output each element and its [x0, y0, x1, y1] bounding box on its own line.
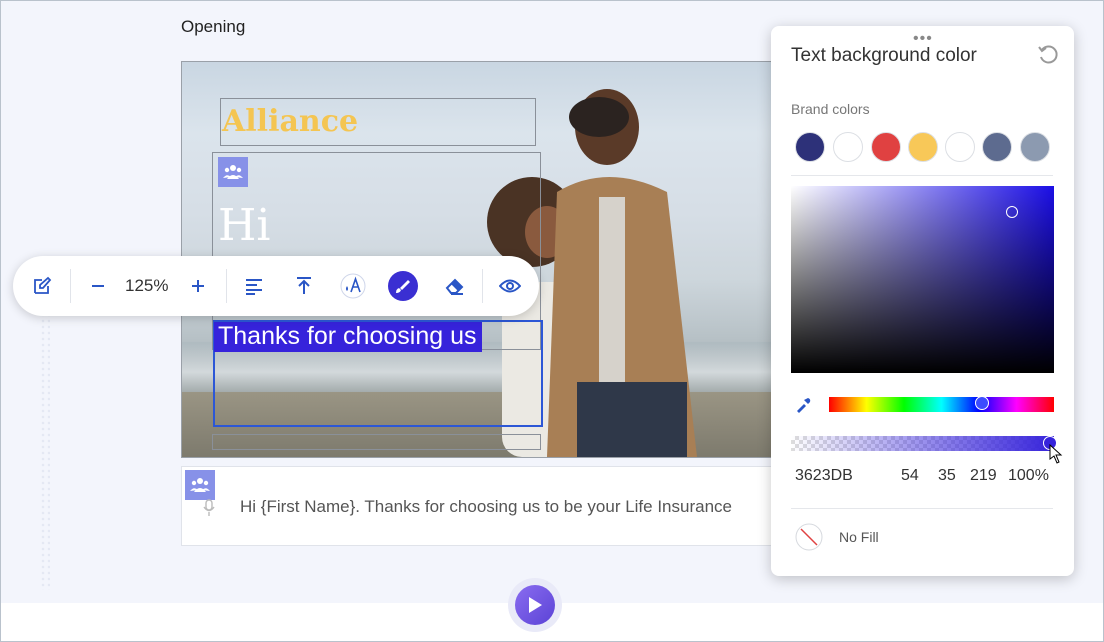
align-left-button[interactable]: [239, 271, 269, 301]
align-left-icon: [246, 279, 262, 295]
brand-color-swatch[interactable]: [795, 132, 825, 162]
hex-value[interactable]: 3623DB: [795, 467, 853, 485]
zoom-in-button[interactable]: [183, 271, 213, 301]
text-color-button[interactable]: [338, 271, 368, 301]
brand-color-swatch[interactable]: [871, 132, 901, 162]
zoom-level: 125%: [125, 276, 169, 295]
alpha-value[interactable]: 100%: [1008, 467, 1049, 485]
play-icon: [529, 597, 542, 613]
text-color-icon: [340, 273, 366, 299]
plus-icon: [192, 280, 204, 292]
play-button[interactable]: [515, 585, 555, 625]
edit-icon: [34, 276, 52, 294]
brand-color-swatch[interactable]: [908, 132, 938, 162]
users-icon: [190, 478, 210, 492]
minus-icon: [92, 285, 104, 287]
background-photo-man: [547, 89, 697, 457]
eraser-icon: [445, 278, 464, 295]
text-background-color-panel: ••• Text background color Brand colors 3…: [771, 26, 1074, 576]
panel-title: Text background color: [791, 45, 977, 66]
eyedropper-icon[interactable]: [794, 396, 812, 414]
red-value[interactable]: 54: [901, 467, 919, 485]
toolbar-divider: [70, 269, 71, 303]
brand-color-swatch[interactable]: [982, 132, 1012, 162]
divider: [791, 508, 1053, 509]
hue-slider[interactable]: [829, 397, 1054, 412]
dot-pattern: [40, 300, 50, 590]
personalization-badge[interactable]: [185, 470, 215, 500]
preview-button[interactable]: [495, 271, 525, 301]
brand-colors-label: Brand colors: [791, 101, 870, 117]
blue-value[interactable]: 219: [970, 467, 997, 485]
paint-brush-icon: [396, 280, 410, 293]
script-row[interactable]: Hi {First Name}. Thanks for choosing us …: [181, 466, 775, 546]
reset-icon[interactable]: [1037, 44, 1059, 66]
zoom-out-button[interactable]: [83, 271, 113, 301]
greeting-text[interactable]: Hi: [218, 200, 270, 251]
align-top-icon: [297, 277, 311, 294]
brand-color-swatch[interactable]: [1020, 132, 1050, 162]
background-color-button[interactable]: [388, 271, 418, 301]
divider: [791, 175, 1053, 176]
play-button-halo: [508, 578, 562, 632]
brand-color-swatch[interactable]: [945, 132, 975, 162]
align-top-button[interactable]: [289, 271, 319, 301]
toolbar-divider: [226, 269, 227, 303]
edit-button[interactable]: [27, 271, 57, 301]
users-icon: [223, 165, 243, 179]
no-fill-label[interactable]: No Fill: [839, 529, 879, 545]
personalization-badge[interactable]: [218, 157, 248, 187]
section-title: Opening: [181, 17, 246, 36]
brand-color-swatch[interactable]: [833, 132, 863, 162]
eye-icon: [499, 279, 521, 293]
eraser-button[interactable]: [439, 271, 469, 301]
selected-text[interactable]: Thanks for choosing us: [214, 322, 483, 352]
microphone-icon[interactable]: [202, 499, 216, 517]
toolbar-divider: [482, 269, 483, 303]
opacity-slider[interactable]: [791, 436, 1054, 451]
hue-slider-handle[interactable]: [975, 396, 989, 410]
mouse-cursor-icon: [1049, 444, 1063, 464]
no-fill-icon[interactable]: [795, 523, 823, 551]
brand-text[interactable]: Alliance: [222, 104, 358, 139]
script-text[interactable]: Hi {First Name}. Thanks for choosing us …: [240, 497, 732, 517]
text-toolbar: 125%: [13, 256, 539, 316]
empty-text-box[interactable]: [212, 434, 541, 450]
green-value[interactable]: 35: [938, 467, 956, 485]
color-picker-handle[interactable]: [1006, 206, 1018, 218]
